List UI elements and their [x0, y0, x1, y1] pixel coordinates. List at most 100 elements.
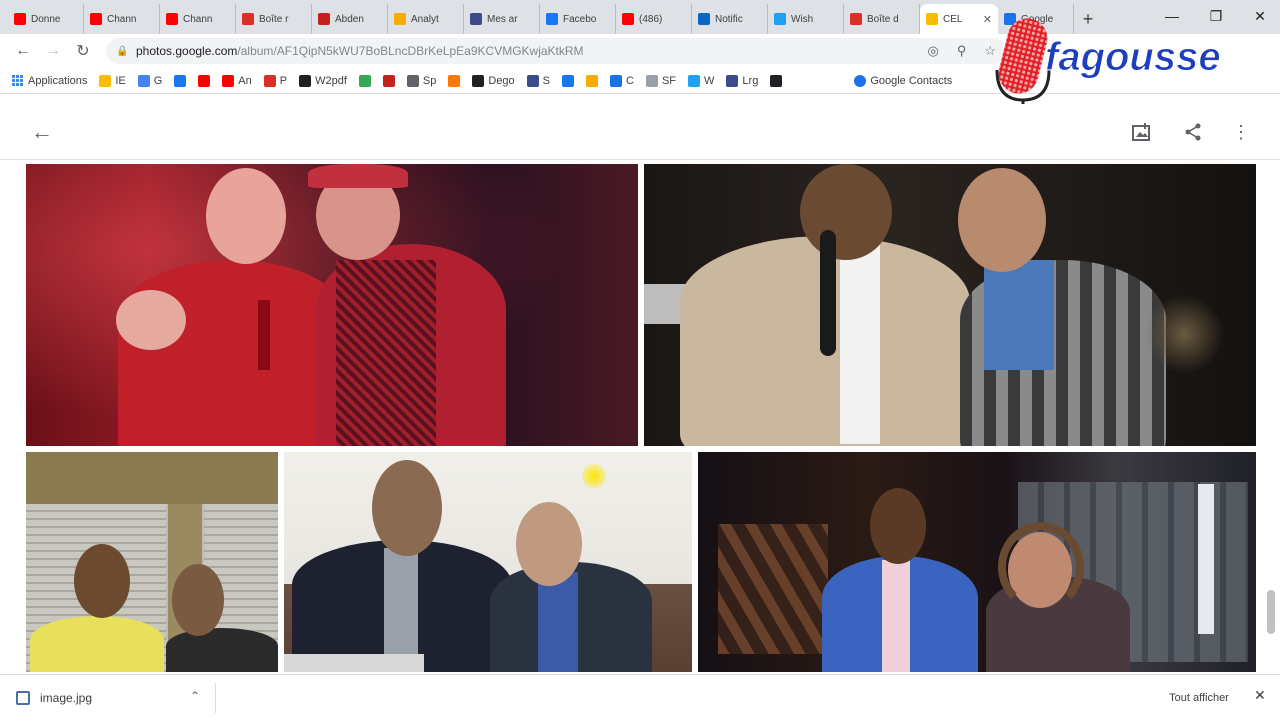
youtube-icon — [622, 13, 634, 25]
browser-tab[interactable]: Boîte r — [236, 4, 312, 34]
bookmark-item[interactable]: S — [526, 74, 551, 87]
browser-tab[interactable]: Chann — [84, 4, 160, 34]
add-to-album-icon[interactable] — [1128, 118, 1156, 146]
bookmark-icon — [99, 74, 112, 87]
gauge-icon — [406, 74, 419, 87]
gmail-icon — [850, 13, 862, 25]
bookmark-item[interactable]: Applications — [12, 74, 88, 87]
photos-header: ← ⋮ — [0, 104, 1280, 160]
browser-tab[interactable]: Notific — [692, 4, 768, 34]
back-arrow-icon[interactable]: ← — [28, 118, 56, 146]
image-file-icon — [16, 691, 30, 705]
chevron-up-icon[interactable]: ⌃ — [190, 689, 200, 703]
browser-tab[interactable]: Wish — [768, 4, 844, 34]
download-item[interactable]: image.jpg — [16, 685, 206, 711]
share-icon[interactable] — [1179, 118, 1207, 146]
browser-tab[interactable]: Donne — [8, 4, 84, 34]
close-icon[interactable]: ✕ — [1254, 687, 1266, 704]
bookmark-label: Lrg — [742, 74, 759, 87]
analytics-icon — [394, 13, 406, 25]
zoom-icon[interactable]: ⚲ — [957, 43, 967, 59]
bookmark-item[interactable]: Dego — [472, 74, 515, 87]
scrollbar-thumb[interactable] — [1267, 590, 1275, 634]
reload-icon[interactable]: ↻ — [68, 36, 98, 66]
chevron-right-icon — [610, 74, 623, 87]
photo-grid — [0, 160, 1280, 674]
linkedin-icon — [698, 13, 710, 25]
contacts-icon — [854, 74, 867, 87]
globe-icon — [472, 74, 485, 87]
album-photo[interactable] — [284, 452, 692, 672]
album-photo[interactable] — [698, 452, 1256, 672]
site-icon — [726, 74, 739, 87]
bookmark-google-contacts[interactable]: Google Contacts — [854, 74, 952, 87]
orange-icon — [448, 74, 461, 87]
tab-title: Wish — [791, 13, 814, 25]
location-icon[interactable]: ◎ — [927, 43, 938, 59]
more-options-icon[interactable]: ⋮ — [1227, 118, 1255, 146]
bookmark-item[interactable]: An — [222, 74, 252, 87]
address-bar[interactable]: 🔒 photos.google.com /album/AF1QipN5kWU7B… — [106, 38, 1006, 64]
browser-tab[interactable]: Boîte d — [844, 4, 920, 34]
bookmark-item[interactable] — [174, 74, 187, 87]
star-icon — [526, 74, 539, 87]
album-photo[interactable] — [26, 452, 278, 672]
album-photo[interactable] — [644, 164, 1256, 446]
bookmark-label: Dego — [488, 74, 515, 87]
browser-tab[interactable]: Abden — [312, 4, 388, 34]
twitter-icon — [774, 13, 786, 25]
bookmark-item[interactable]: Lrg — [726, 74, 759, 87]
bookmark-label: S — [542, 74, 551, 87]
lock-icon: 🔒 — [116, 46, 129, 57]
bookmark-item[interactable]: W — [688, 74, 715, 87]
album-photo[interactable] — [26, 164, 638, 446]
google-icon — [137, 74, 150, 87]
bookmark-item[interactable]: SF — [645, 74, 677, 87]
map-pin-icon — [358, 74, 371, 87]
bookmark-item[interactable] — [770, 74, 783, 87]
show-all-button[interactable]: Tout afficher — [1158, 687, 1240, 709]
browser-tab[interactable]: Mes ar — [464, 4, 540, 34]
download-filename: image.jpg — [40, 691, 93, 705]
forward-arrow-icon[interactable]: → — [38, 36, 68, 66]
bookmark-item[interactable]: G — [137, 74, 162, 87]
download-bar: image.jpg ⌃ Tout afficher ✕ — [0, 674, 1280, 720]
bookmark-item[interactable]: C — [610, 74, 634, 87]
bookmark-item[interactable]: IE — [99, 74, 126, 87]
youtube-icon — [90, 13, 102, 25]
bookmark-item[interactable]: W2pdf — [299, 74, 347, 87]
twitter-icon — [688, 74, 701, 87]
bookmark-label: P — [279, 74, 288, 87]
tab-title: (486) — [639, 13, 663, 25]
bookmark-item[interactable] — [586, 74, 599, 87]
bookmark-item[interactable] — [562, 74, 575, 87]
tab-title: Chann — [183, 13, 213, 25]
back-arrow-icon[interactable]: ← — [8, 36, 38, 66]
watermark-text: fagousse — [1045, 35, 1221, 79]
tab-title: Abden — [335, 13, 364, 25]
bookmark-label: SF — [661, 74, 677, 87]
bookmark-item[interactable]: Sp — [406, 74, 437, 87]
bookmark-item[interactable] — [448, 74, 461, 87]
tab-title: Mes ar — [487, 13, 518, 25]
bookmark-label: C — [626, 74, 634, 87]
bookmark-item[interactable] — [382, 74, 395, 87]
tab-title: Notific — [715, 13, 743, 25]
bookmark-label: Sp — [422, 74, 437, 87]
youtube-icon — [222, 74, 235, 87]
browser-tab[interactable]: Analyt — [388, 4, 464, 34]
triangle-icon — [645, 74, 658, 87]
bookmark-item[interactable] — [358, 74, 371, 87]
bookmark-label: IE — [115, 74, 126, 87]
bookmark-label: Applications — [28, 74, 88, 87]
browser-tab[interactable]: Chann — [160, 4, 236, 34]
bookmark-label: An — [238, 74, 252, 87]
tab-title: CEL — [943, 13, 963, 25]
url-path: /album/AF1QipN5kWU7BoBLncDBrKeLpEa9KCVMG… — [237, 44, 584, 58]
browser-tab[interactable]: Facebo — [540, 4, 616, 34]
bookmark-label: W — [704, 74, 715, 87]
bookmark-item[interactable] — [198, 74, 211, 87]
browser-tab[interactable]: (486) — [616, 4, 692, 34]
site-icon — [318, 13, 330, 25]
bookmark-item[interactable]: P — [263, 74, 288, 87]
